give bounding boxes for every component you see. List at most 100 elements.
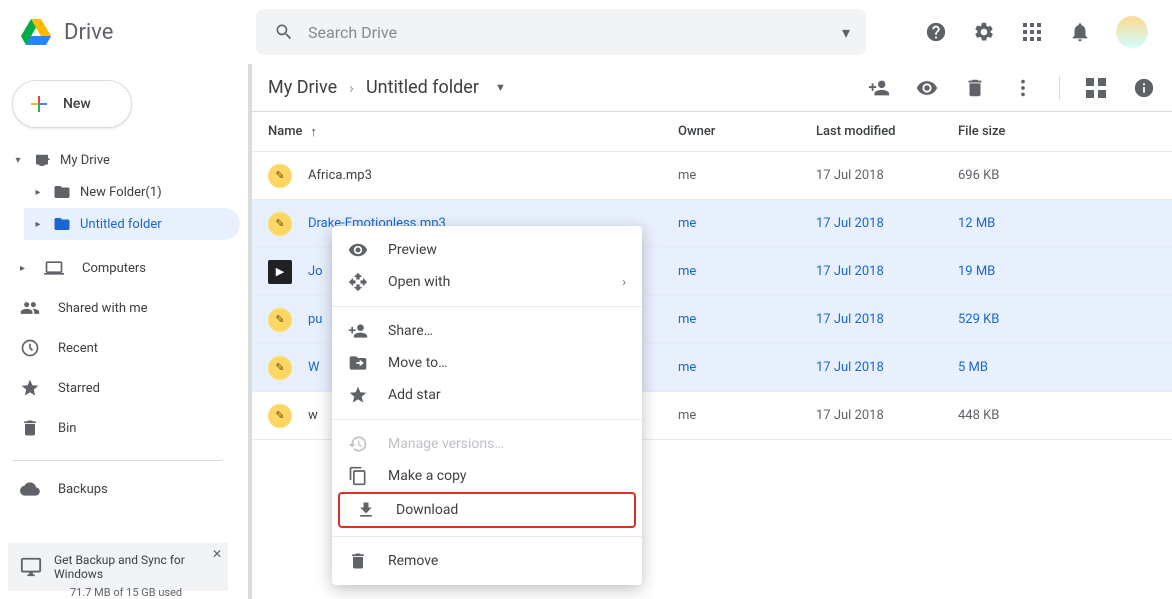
sidebar-starred-label: Starred [58,381,100,396]
sidebar-bin[interactable]: Bin [0,408,240,448]
preview-icon[interactable] [915,76,939,100]
copy-icon [348,466,368,486]
file-modified: 17 Jul 2018 [816,168,958,183]
search-bar[interactable]: ▾ [256,9,866,55]
column-name[interactable]: Name [268,124,303,139]
more-icon[interactable] [1011,76,1035,100]
sidebar-computers[interactable]: ▸ Computers [0,248,240,288]
computers-icon [44,258,64,278]
breadcrumb: My Drive › Untitled folder ▼ [268,77,506,98]
close-icon[interactable]: ✕ [212,547,222,561]
cm-make-copy[interactable]: Make a copy [332,460,642,492]
column-size[interactable]: File size [958,124,1156,139]
file-size: 5 MB [958,360,1156,375]
file-row[interactable]: ✎Africa.mp3me17 Jul 2018696 KB [252,152,1172,200]
cloud-icon [20,479,40,499]
cm-share[interactable]: Share… [332,315,642,347]
user-avatar[interactable] [1116,16,1148,48]
promo-text: Get Backup and Sync for Windows [54,553,200,581]
eye-icon [348,240,368,260]
history-icon [348,434,368,454]
sidebar-shared[interactable]: Shared with me [0,288,240,328]
clock-icon [20,338,40,358]
tree-my-drive[interactable]: ▾ My Drive [4,144,240,176]
file-size: 696 KB [958,168,1156,183]
logo-area[interactable]: Drive [16,12,248,52]
caret-right-icon: ▸ [20,263,32,274]
cm-move-to[interactable]: Move to… [332,347,642,379]
shared-icon [20,298,40,318]
cm-remove[interactable]: Remove [332,545,642,577]
desktop-icon [20,556,42,578]
person-add-icon [348,321,368,341]
backup-sync-promo[interactable]: Get Backup and Sync for Windows ✕ [8,543,228,591]
apps-icon[interactable] [1020,20,1044,44]
file-name: Africa.mp3 [308,168,678,183]
new-button-label: New [63,96,91,112]
column-modified[interactable]: Last modified [816,124,958,139]
open-with-icon [348,272,368,292]
help-icon[interactable] [924,20,948,44]
sidebar-backups-label: Backups [58,482,108,497]
search-dropdown-icon[interactable]: ▾ [842,23,850,42]
search-icon [272,20,296,44]
video-file-icon: ▶ [268,260,292,284]
file-owner: me [678,216,816,231]
cm-add-star[interactable]: Add star [332,379,642,411]
chevron-right-icon: › [622,275,626,289]
sidebar-recent-label: Recent [58,341,98,356]
search-input[interactable] [308,23,830,42]
breadcrumb-folder[interactable]: Untitled folder [366,77,479,98]
audio-file-icon: ✎ [268,212,292,236]
breadcrumb-root[interactable]: My Drive [268,77,337,98]
caret-right-icon: ▸ [32,187,44,198]
cm-preview[interactable]: Preview [332,234,642,266]
file-size: 529 KB [958,312,1156,327]
column-owner[interactable]: Owner [678,124,816,139]
star-icon [20,378,40,398]
sidebar-recent[interactable]: Recent [0,328,240,368]
audio-file-icon: ✎ [268,356,292,380]
folder-icon [52,214,72,234]
tree-item-new-folder[interactable]: ▸ New Folder(1) [24,176,240,208]
info-icon[interactable] [1132,76,1156,100]
breadcrumb-dropdown-icon[interactable]: ▼ [495,81,506,94]
file-modified: 17 Jul 2018 [816,264,958,279]
tree-my-drive-label: My Drive [60,153,110,168]
cm-open-with[interactable]: Open with › [332,266,642,298]
trash-icon [20,418,40,438]
file-size: 19 MB [958,264,1156,279]
file-modified: 17 Jul 2018 [816,216,958,231]
storage-text: 71.7 MB of 15 GB used [70,586,182,599]
file-size: 12 MB [958,216,1156,231]
audio-file-icon: ✎ [268,164,292,188]
sidebar-backups[interactable]: Backups [0,469,240,509]
star-icon [348,385,368,405]
download-icon [356,500,376,520]
grid-view-icon[interactable] [1084,76,1108,100]
add-person-icon[interactable] [867,76,891,100]
settings-icon[interactable] [972,20,996,44]
sidebar-starred[interactable]: Starred [0,368,240,408]
file-modified: 17 Jul 2018 [816,408,958,423]
delete-icon[interactable] [963,76,987,100]
tree-item-label: Untitled folder [80,217,162,232]
notifications-icon[interactable] [1068,20,1092,44]
sidebar-computers-label: Computers [82,261,146,276]
new-button[interactable]: New [12,80,132,128]
chevron-right-icon: › [349,78,354,97]
folder-move-icon [348,353,368,373]
sort-arrow-up-icon[interactable]: ↑ [311,124,318,140]
file-owner: me [678,312,816,327]
drive-logo-icon [16,12,56,52]
trash-icon [348,551,368,571]
toolbar-divider [1059,76,1060,100]
app-name: Drive [64,20,113,45]
cm-download[interactable]: Download [340,494,634,526]
file-size: 448 KB [958,408,1156,423]
audio-file-icon: ✎ [268,404,292,428]
sidebar-shared-label: Shared with me [58,301,148,316]
file-modified: 17 Jul 2018 [816,312,958,327]
plus-icon [27,92,51,116]
tree-item-untitled-folder[interactable]: ▸ Untitled folder [24,208,240,240]
